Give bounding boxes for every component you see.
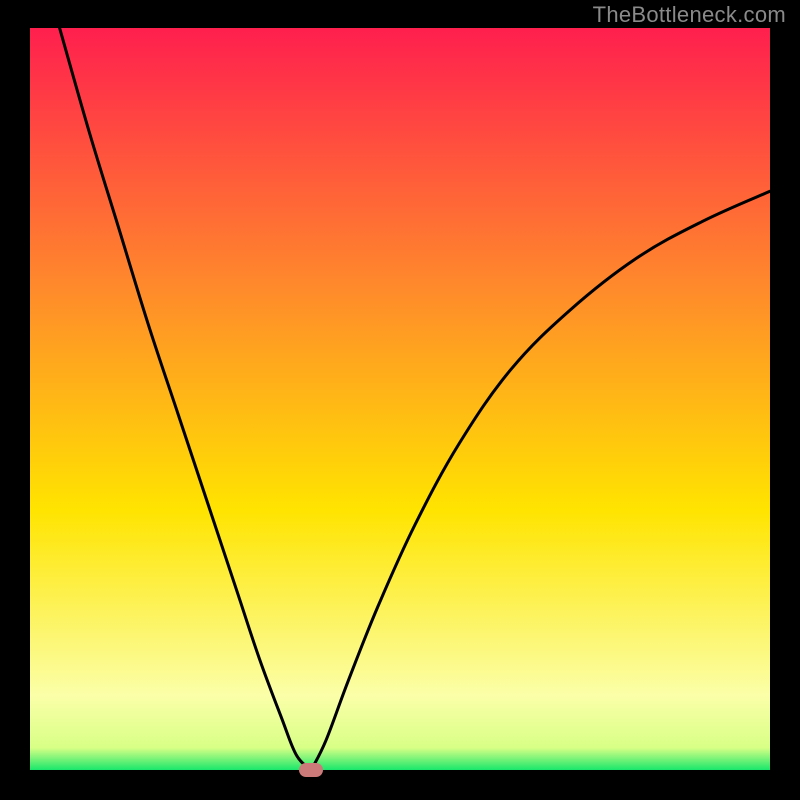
watermark-text: TheBottleneck.com	[593, 2, 786, 28]
gradient-background	[30, 28, 770, 770]
chart-frame: TheBottleneck.com	[0, 0, 800, 800]
bottleneck-chart	[30, 28, 770, 770]
